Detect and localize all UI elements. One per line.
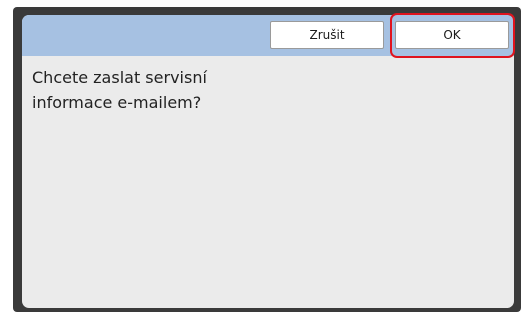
dialog-message-line: Chcete zaslat servisní [32, 68, 207, 87]
dialog-screen: Zrušit OK Chcete zaslat servisní informa… [22, 15, 514, 308]
dialog-message: Chcete zaslat servisní informace e-maile… [32, 65, 332, 115]
ok-button[interactable]: OK [395, 21, 509, 49]
dialog-header-bar: Zrušit OK [22, 15, 514, 56]
dialog-message-line: informace e-mailem? [32, 93, 202, 112]
cancel-button[interactable]: Zrušit [270, 21, 384, 49]
